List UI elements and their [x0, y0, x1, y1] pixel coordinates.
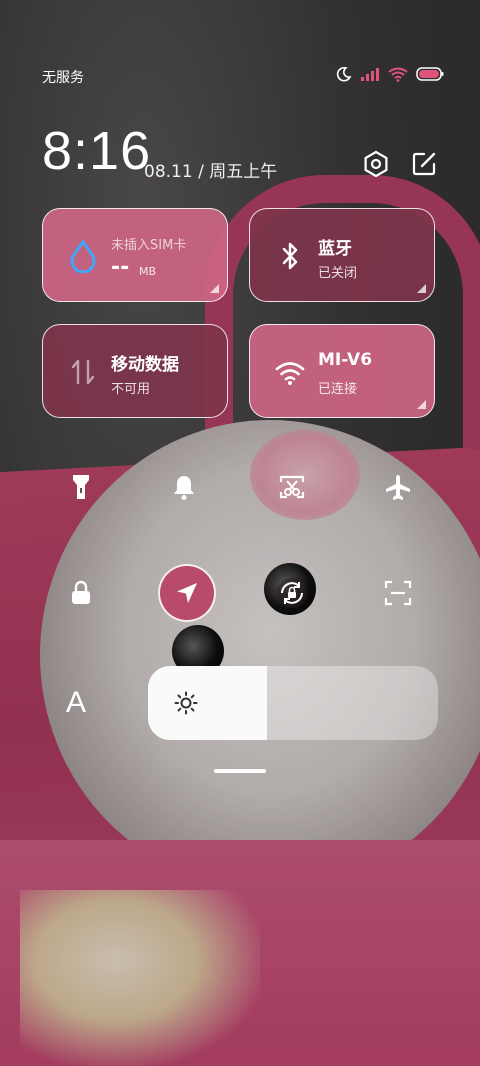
- wifi-icon: [275, 362, 305, 385]
- airplane-icon: [386, 475, 410, 500]
- mobile-data-title: 移动数据: [111, 355, 179, 375]
- wifi-status: 已连接: [318, 382, 358, 397]
- scan-toggle[interactable]: [372, 567, 424, 619]
- wifi-tile[interactable]: MI-V6 已连接: [249, 324, 435, 418]
- flashlight-icon: [73, 475, 89, 499]
- settings-icon[interactable]: [362, 150, 390, 178]
- bluetooth-status: 已关闭: [318, 266, 358, 281]
- bluetooth-icon: [282, 242, 298, 270]
- carrier-text: 无服务: [42, 70, 84, 86]
- tile-expand-corner: [210, 284, 219, 293]
- data-arrows-icon: [71, 359, 95, 385]
- data-usage-unit: MB: [139, 265, 157, 278]
- edit-icon[interactable]: [410, 150, 438, 178]
- scan-icon: [384, 580, 412, 606]
- lock-icon: [72, 580, 90, 604]
- brightness-slider[interactable]: [148, 666, 438, 740]
- status-icons: [336, 66, 444, 82]
- sun-icon: [174, 691, 198, 715]
- mobile-data-tile[interactable]: 移动数据 不可用: [42, 324, 228, 418]
- font-size-button[interactable]: A: [66, 686, 86, 720]
- data-usage-tile[interactable]: 未插入SIM卡 -- MB: [42, 208, 228, 302]
- signal-icon: [361, 68, 379, 81]
- lock-screen-toggle[interactable]: [55, 567, 107, 619]
- rotation-lock-icon: [277, 578, 307, 608]
- bluetooth-tile[interactable]: 蓝牙 已关闭: [249, 208, 435, 302]
- wifi-icon: [388, 67, 408, 82]
- clock-time: 8:16: [42, 121, 152, 181]
- airplane-toggle[interactable]: [372, 461, 424, 513]
- panel-drag-handle[interactable]: [214, 769, 266, 773]
- bell-icon: [174, 476, 194, 500]
- location-toggle[interactable]: [158, 564, 216, 622]
- data-usage-value: --: [111, 255, 130, 280]
- battery-icon: [416, 67, 444, 81]
- status-bar: 无服务: [0, 0, 480, 86]
- tile-expand-corner: [417, 284, 426, 293]
- data-usage-title: 未插入SIM卡: [111, 238, 187, 253]
- mobile-data-status: 不可用: [111, 382, 151, 397]
- tile-expand-corner: [417, 400, 426, 409]
- bluetooth-title: 蓝牙: [318, 239, 352, 259]
- brightness-fill: [148, 666, 267, 740]
- wifi-title: MI-V6: [318, 350, 373, 370]
- ringer-toggle[interactable]: [158, 461, 210, 513]
- flashlight-toggle[interactable]: [55, 461, 107, 513]
- rotation-lock-toggle[interactable]: [266, 567, 318, 619]
- clock-date: 08.11 / 周五上午: [144, 162, 278, 182]
- screenshot-scissors-icon: [279, 475, 305, 499]
- droplet-icon: [70, 239, 96, 273]
- location-arrow-icon: [177, 583, 197, 603]
- moon-icon: [336, 66, 352, 82]
- screenshot-toggle[interactable]: [266, 461, 318, 513]
